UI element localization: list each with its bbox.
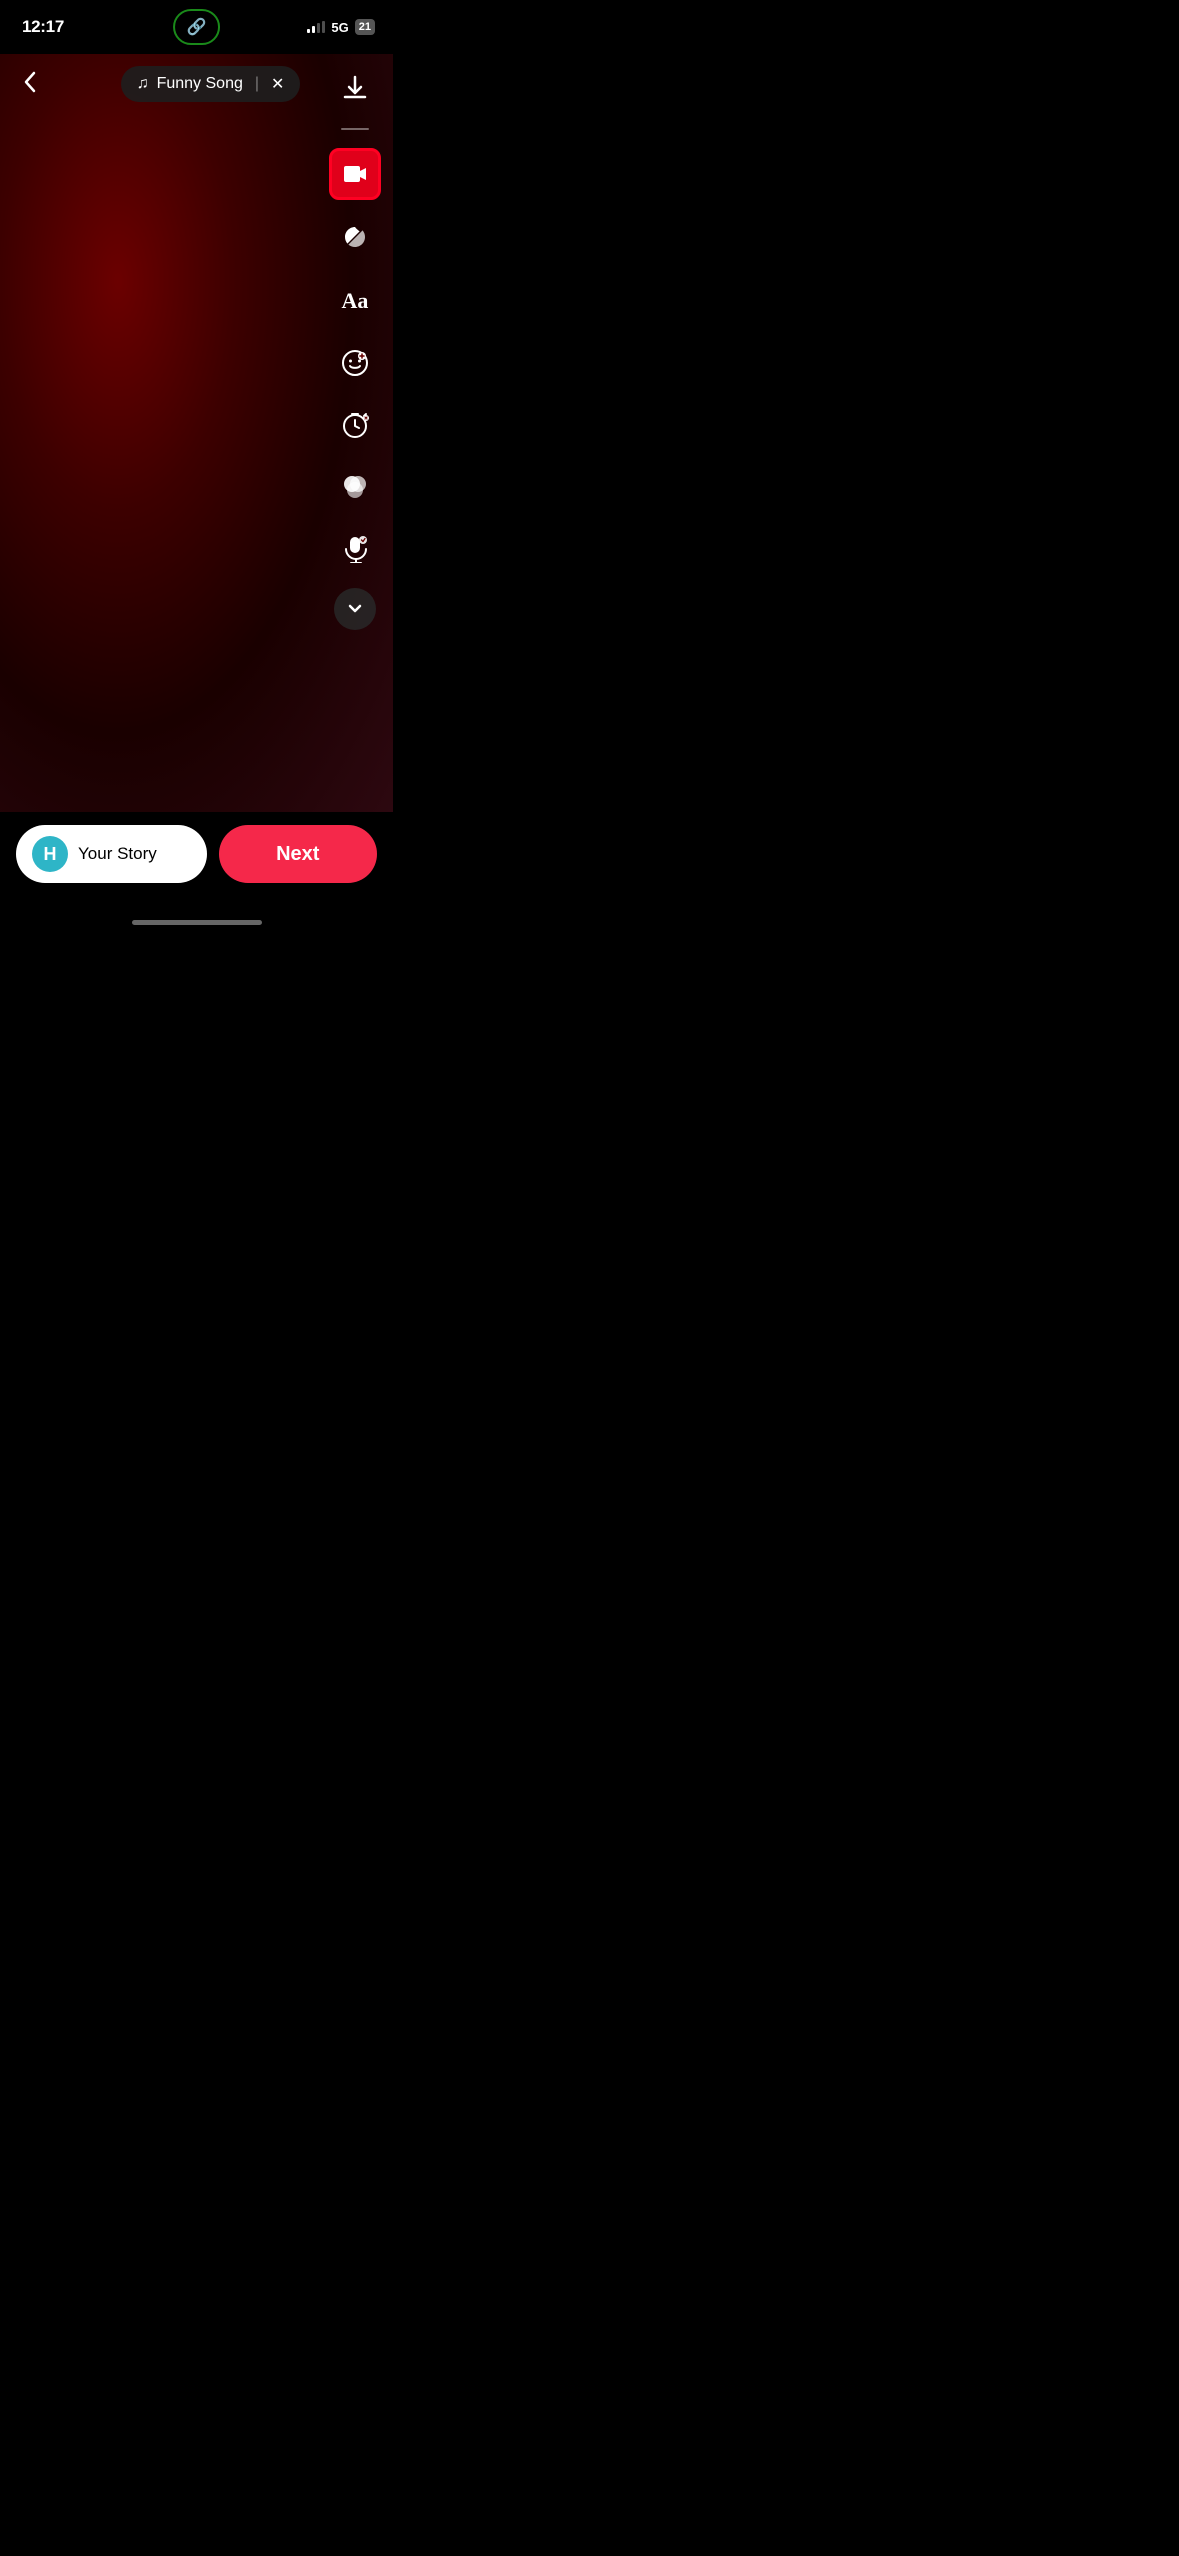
music-note-icon: ♫ bbox=[137, 75, 149, 93]
signal-bar-2 bbox=[312, 26, 315, 33]
back-button[interactable] bbox=[16, 63, 44, 106]
music-close-button[interactable]: ✕ bbox=[271, 74, 284, 94]
avatar: H bbox=[32, 836, 68, 872]
status-bar: 12:17 🔗 5G 21 bbox=[0, 0, 393, 54]
clip-button[interactable] bbox=[329, 148, 381, 200]
dynamic-island-icon: 🔗 bbox=[187, 17, 207, 37]
signal-bar-4 bbox=[322, 21, 325, 33]
bottom-bar: H Your Story Next bbox=[0, 812, 393, 912]
download-button[interactable] bbox=[332, 64, 378, 110]
sticker-button[interactable] bbox=[332, 216, 378, 262]
face-sticker-button[interactable] bbox=[332, 340, 378, 386]
dynamic-island-pill: 🔗 bbox=[173, 9, 221, 45]
music-divider: | bbox=[255, 75, 259, 93]
more-options-button[interactable] bbox=[334, 588, 376, 630]
signal-bars bbox=[307, 21, 325, 33]
your-story-button[interactable]: H Your Story bbox=[16, 825, 207, 883]
status-right: 5G 21 bbox=[307, 19, 375, 35]
battery-level: 21 bbox=[359, 21, 371, 33]
next-label: Next bbox=[276, 843, 319, 866]
color-filter-button[interactable] bbox=[332, 464, 378, 510]
text-icon: Aa bbox=[342, 288, 369, 314]
timer-button[interactable] bbox=[332, 402, 378, 448]
video-canvas: ♫ Funny Song | ✕ bbox=[0, 54, 393, 812]
status-time: 12:17 bbox=[22, 17, 64, 37]
dynamic-island: 🔗 bbox=[173, 9, 221, 45]
text-button[interactable]: Aa bbox=[332, 278, 378, 324]
music-pill[interactable]: ♫ Funny Song | ✕ bbox=[121, 66, 301, 102]
battery-indicator: 21 bbox=[355, 19, 375, 35]
song-title: Funny Song bbox=[157, 75, 243, 93]
toolbar-divider-1 bbox=[341, 128, 369, 130]
avatar-initial: H bbox=[44, 844, 57, 865]
home-indicator-bar bbox=[0, 912, 393, 931]
right-toolbar: Aa bbox=[329, 64, 381, 630]
next-button[interactable]: Next bbox=[219, 825, 378, 883]
your-story-label: Your Story bbox=[78, 844, 157, 864]
home-indicator bbox=[132, 920, 262, 925]
mic-button[interactable] bbox=[332, 526, 378, 572]
network-label: 5G bbox=[331, 20, 348, 35]
signal-bar-3 bbox=[317, 23, 320, 33]
signal-bar-1 bbox=[307, 29, 310, 33]
